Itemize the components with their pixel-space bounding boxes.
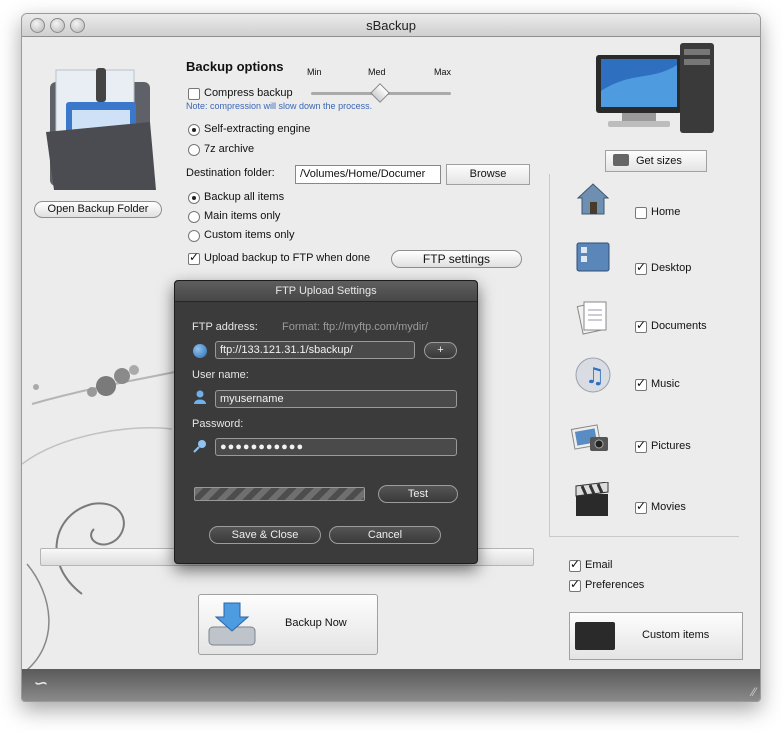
pictures-icon <box>570 421 612 457</box>
hard-drive-icon <box>613 154 629 166</box>
window-title: sBackup <box>366 18 416 33</box>
compress-backup-checkbox[interactable] <box>188 88 200 100</box>
ftp-test-progress <box>194 487 365 501</box>
main-items-only-label: Main items only <box>204 210 281 222</box>
music-icon: ♫ <box>574 355 612 395</box>
7z-archive-label: 7z archive <box>204 143 255 155</box>
ftp-address-label: FTP address: <box>192 321 258 333</box>
7z-archive-radio[interactable] <box>188 144 200 156</box>
add-ftp-button[interactable]: + <box>424 342 457 359</box>
email-checkbox[interactable] <box>569 557 581 572</box>
cancel-button[interactable]: Cancel <box>329 526 441 544</box>
custom-items-only-label: Custom items only <box>204 229 295 241</box>
title-bar: sBackup <box>22 14 760 37</box>
svg-text:♫: ♫ <box>585 364 605 389</box>
save-close-button[interactable]: Save & Close <box>209 526 321 544</box>
destination-folder-field[interactable]: /Volumes/Home/Documer <box>295 165 441 184</box>
username-field[interactable]: myusername <box>215 390 457 408</box>
music-label: Music <box>651 378 680 390</box>
backup-now-button[interactable]: Backup Now <box>198 594 378 655</box>
home-icon <box>574 180 612 218</box>
movies-icon <box>572 481 612 518</box>
desktop-icon <box>574 239 612 277</box>
slider-min-label: Min <box>307 67 322 77</box>
compression-note: Note: compression will slow down the pro… <box>186 101 373 111</box>
desktop-label: Desktop <box>651 262 692 274</box>
download-icon <box>207 601 257 647</box>
custom-items-only-radio[interactable] <box>188 230 200 242</box>
bottom-bar: ∽ ⁄⁄ <box>22 669 760 701</box>
custom-items-icon <box>575 622 615 650</box>
compression-slider-thumb[interactable] <box>370 83 390 103</box>
pictures-label: Pictures <box>651 440 691 452</box>
documents-checkbox[interactable] <box>635 318 647 333</box>
password-field[interactable]: ●●●●●●●●●●● <box>215 438 457 456</box>
ftp-settings-button[interactable]: FTP settings <box>391 250 522 268</box>
upload-ftp-label: Upload backup to FTP when done <box>204 252 371 264</box>
get-sizes-label: Get sizes <box>636 155 682 167</box>
test-button[interactable]: Test <box>378 485 458 503</box>
ftp-address-field[interactable]: ftp://133.121.31.1/sbackup/ <box>215 341 415 359</box>
get-sizes-button[interactable]: Get sizes <box>605 150 707 172</box>
documents-label: Documents <box>651 320 707 332</box>
resize-grip-icon[interactable]: ⁄⁄ <box>752 685 756 699</box>
column-divider <box>549 174 550 536</box>
ftp-upload-settings-dialog: FTP Upload Settings FTP address: Format:… <box>174 280 478 564</box>
app-window: sBackup Open Backup Folder Backup option… <box>21 13 761 702</box>
movies-label: Movies <box>651 501 686 513</box>
browse-button[interactable]: Browse <box>446 164 530 185</box>
compress-backup-label: Compress backup <box>204 87 293 99</box>
home-label: Home <box>651 206 681 218</box>
upload-ftp-checkbox[interactable] <box>188 250 200 265</box>
backup-all-items-radio[interactable] <box>188 192 200 204</box>
backup-folder-icon <box>44 62 162 192</box>
music-checkbox[interactable] <box>635 376 647 391</box>
documents-icon <box>574 298 612 336</box>
computer-icon <box>592 41 722 141</box>
desktop-checkbox[interactable] <box>635 260 647 275</box>
self-extracting-radio[interactable] <box>188 124 200 136</box>
preferences-label: Preferences <box>585 579 645 591</box>
ftp-format-hint: Format: ftp://myftp.com/mydir/ <box>282 321 429 333</box>
backup-all-items-label: Backup all items <box>204 191 285 203</box>
slider-med-label: Med <box>368 67 386 77</box>
pictures-checkbox[interactable] <box>635 438 647 453</box>
movies-checkbox[interactable] <box>635 499 647 514</box>
logo-icon: ∽ <box>32 673 48 693</box>
custom-items-button[interactable]: Custom items <box>569 612 743 660</box>
right-divider <box>549 536 739 537</box>
home-checkbox[interactable] <box>635 207 647 219</box>
backup-now-label: Backup Now <box>285 617 347 629</box>
main-items-only-radio[interactable] <box>188 211 200 223</box>
username-label: User name: <box>192 369 249 381</box>
dialog-title: FTP Upload Settings <box>175 281 477 302</box>
slider-max-label: Max <box>434 67 452 77</box>
globe-icon <box>193 344 207 358</box>
password-label: Password: <box>192 418 244 430</box>
preferences-checkbox[interactable] <box>569 577 581 592</box>
key-icon <box>193 439 207 453</box>
email-label: Email <box>585 559 613 571</box>
custom-items-label: Custom items <box>642 629 710 641</box>
user-icon <box>194 390 206 404</box>
self-extracting-label: Self-extracting engine <box>204 123 311 135</box>
destination-folder-label: Destination folder: <box>186 167 275 179</box>
open-backup-folder-button[interactable]: Open Backup Folder <box>34 201 162 218</box>
backup-options-heading: Backup options <box>186 59 284 74</box>
